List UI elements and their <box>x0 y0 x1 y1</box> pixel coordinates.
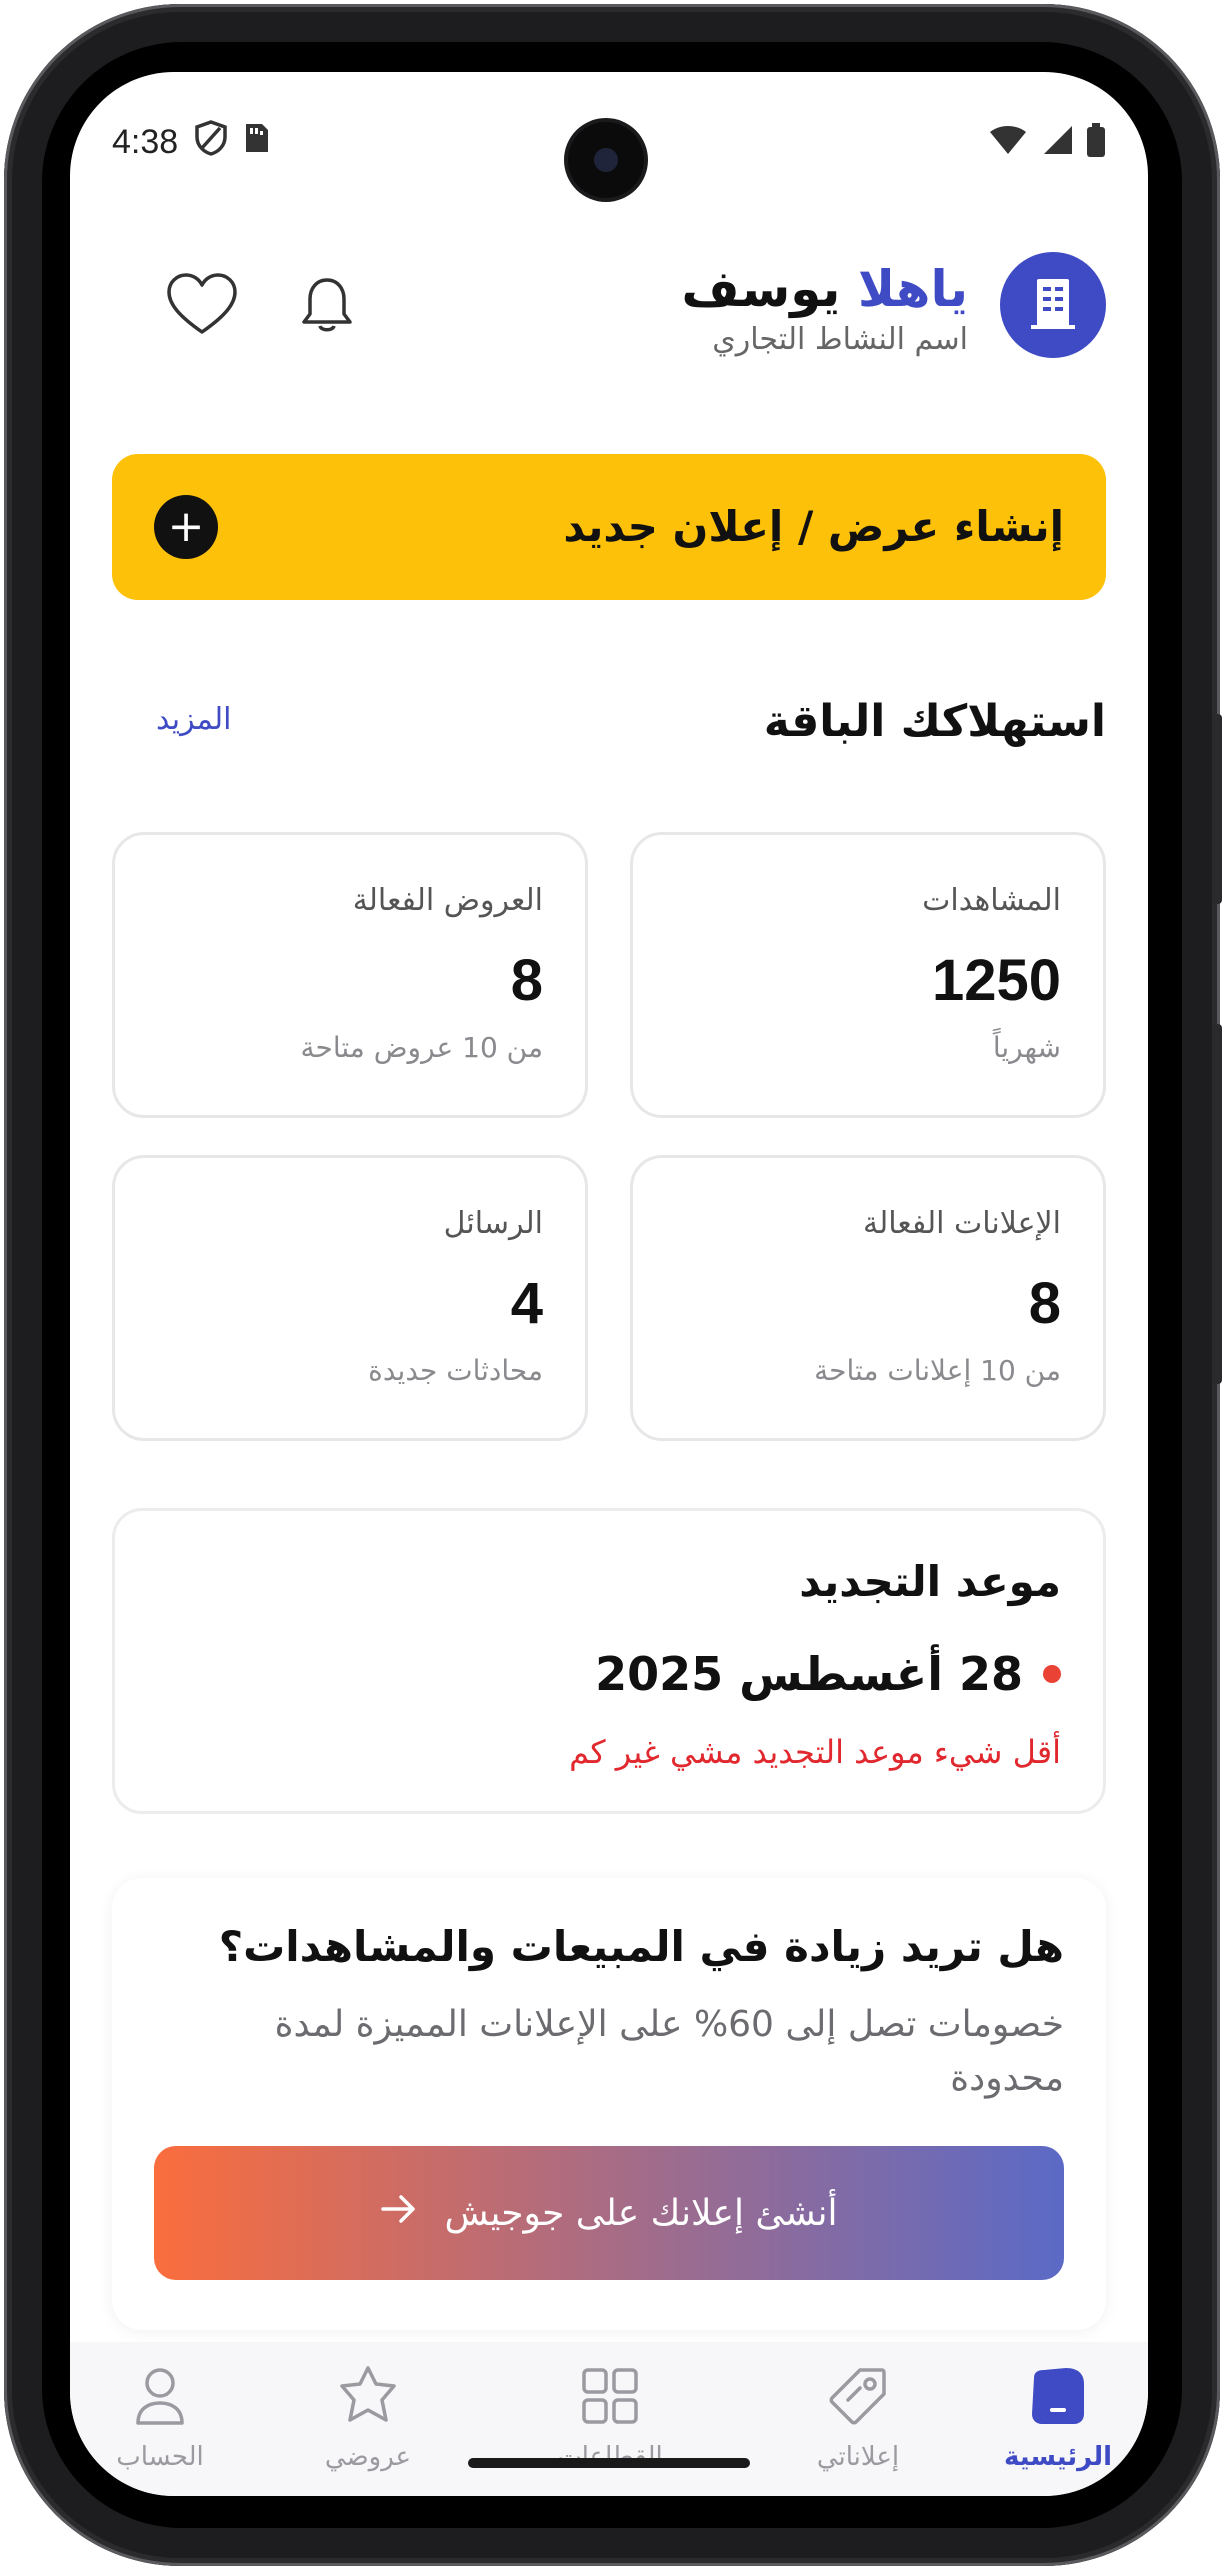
stat-card-messages[interactable]: الرسائل 4 محادثات جديدة <box>112 1155 588 1441</box>
create-offer-button[interactable]: إنشاء عرض / إعلان جديد + <box>112 454 1106 600</box>
nav-label: عروضي <box>324 2442 412 2472</box>
nav-item-my-offers[interactable]: عروضي <box>278 2364 458 2472</box>
volume-button <box>1212 714 1222 904</box>
status-time: 4:38 <box>112 122 179 161</box>
battery-icon <box>1086 123 1106 161</box>
greeting-prefix: ياهلا <box>857 260 968 318</box>
status-bar: 4:38 <box>112 112 1106 172</box>
app-header: ياهلا يوسف اسم النشاط التجاري <box>112 252 1106 372</box>
promo-title: هل تريد زيادة في المبيعات والمشاهدات؟ <box>218 1922 1064 1971</box>
create-google-ad-button[interactable]: أنشئ إعلانك على جوجيش <box>154 2146 1064 2280</box>
nav-item-sectors[interactable]: القطاعات <box>520 2364 700 2472</box>
heart-icon <box>165 272 239 342</box>
business-name: اسم النشاط التجاري <box>712 322 968 357</box>
promo-body: خصومات تصل إلى 60% على الإعلانات المميزة… <box>274 2004 1064 2099</box>
nav-label: الرئيسية <box>1003 2442 1113 2472</box>
promo-card: هل تريد زيادة في المبيعات والمشاهدات؟ خص… <box>112 1878 1106 2330</box>
stat-card-active-ads[interactable]: الإعلانات الفعالة 8 من 10 إعلانات متاحة <box>630 1155 1106 1441</box>
power-button <box>1212 1024 1222 1384</box>
shield-icon <box>194 119 228 165</box>
stat-sub: شهرياً <box>992 1031 1061 1064</box>
stat-value: 4 <box>510 1271 543 1336</box>
business-avatar[interactable] <box>1000 252 1106 358</box>
nav-item-account[interactable]: الحساب <box>70 2364 250 2472</box>
usage-section-title: استهلاكك الباقة <box>763 696 1106 747</box>
renewal-title: موعد التجديد <box>799 1557 1061 1606</box>
bell-icon <box>298 274 356 340</box>
favorites-button[interactable] <box>162 272 242 342</box>
user-name: يوسف <box>681 260 841 318</box>
stat-card-active-offers[interactable]: العروض الفعالة 8 من 10 عروض متاحة <box>112 832 588 1118</box>
greeting-block: ياهلا يوسف اسم النشاط التجاري <box>682 258 968 357</box>
bottom-navigation: الرئيسية إعلاناتي القطاعات عروضي الحساب <box>70 2342 1148 2496</box>
nav-label: الحساب <box>116 2442 204 2472</box>
promo-button-label: أنشئ إعلانك على جوجيش <box>444 2192 838 2234</box>
grid-icon <box>578 2364 642 2428</box>
stat-sub: محادثات جديدة <box>368 1354 543 1387</box>
more-link[interactable]: المزيد <box>156 702 231 737</box>
wifi-icon <box>988 124 1028 160</box>
create-offer-label: إنشاء عرض / إعلان جديد <box>563 502 1064 551</box>
home-icon <box>1026 2364 1090 2428</box>
stat-label: الإعلانات الفعالة <box>862 1206 1061 1241</box>
badge-star-icon <box>336 2364 400 2428</box>
home-indicator[interactable] <box>468 2458 750 2468</box>
stat-value: 8 <box>510 948 543 1013</box>
tag-icon <box>826 2364 890 2428</box>
stat-value: 8 <box>1028 1271 1061 1336</box>
stat-label: العروض الفعالة <box>352 883 543 918</box>
renewal-card: موعد التجديد 28 أغسطس 2025 أقل شيء موعد … <box>112 1508 1106 1814</box>
stat-value: 1250 <box>931 948 1061 1013</box>
greeting-line: ياهلا يوسف <box>682 258 968 320</box>
nav-item-home[interactable]: الرئيسية <box>968 2364 1148 2472</box>
nav-label: إعلاناتي <box>816 2442 900 2472</box>
stat-card-views[interactable]: المشاهدات 1250 شهرياً <box>630 832 1106 1118</box>
renewal-date: 28 أغسطس 2025 <box>595 1647 1023 1701</box>
renewal-warning: أقل شيء موعد التجديد مشي غير كم <box>569 1733 1061 1771</box>
stat-sub: من 10 إعلانات متاحة <box>814 1354 1061 1387</box>
renewal-date-row: 28 أغسطس 2025 <box>595 1647 1061 1701</box>
sim-card-icon <box>244 122 270 163</box>
stat-label: المشاهدات <box>922 883 1061 918</box>
nav-item-my-ads[interactable]: إعلاناتي <box>768 2364 948 2472</box>
stat-sub: من 10 عروض متاحة <box>300 1031 544 1064</box>
arrow-right-icon <box>380 2193 418 2234</box>
building-icon <box>1027 275 1079 335</box>
app-screen: 4:38 ياهلا يوسف اسم النشاط التجاري إنشاء… <box>70 72 1148 2496</box>
user-icon <box>128 2364 192 2428</box>
cellular-signal-icon <box>1040 124 1074 160</box>
status-dot-icon <box>1043 1665 1061 1683</box>
notifications-button[interactable] <box>292 272 362 342</box>
plus-icon: + <box>154 495 218 559</box>
stat-label: الرسائل <box>443 1206 543 1241</box>
